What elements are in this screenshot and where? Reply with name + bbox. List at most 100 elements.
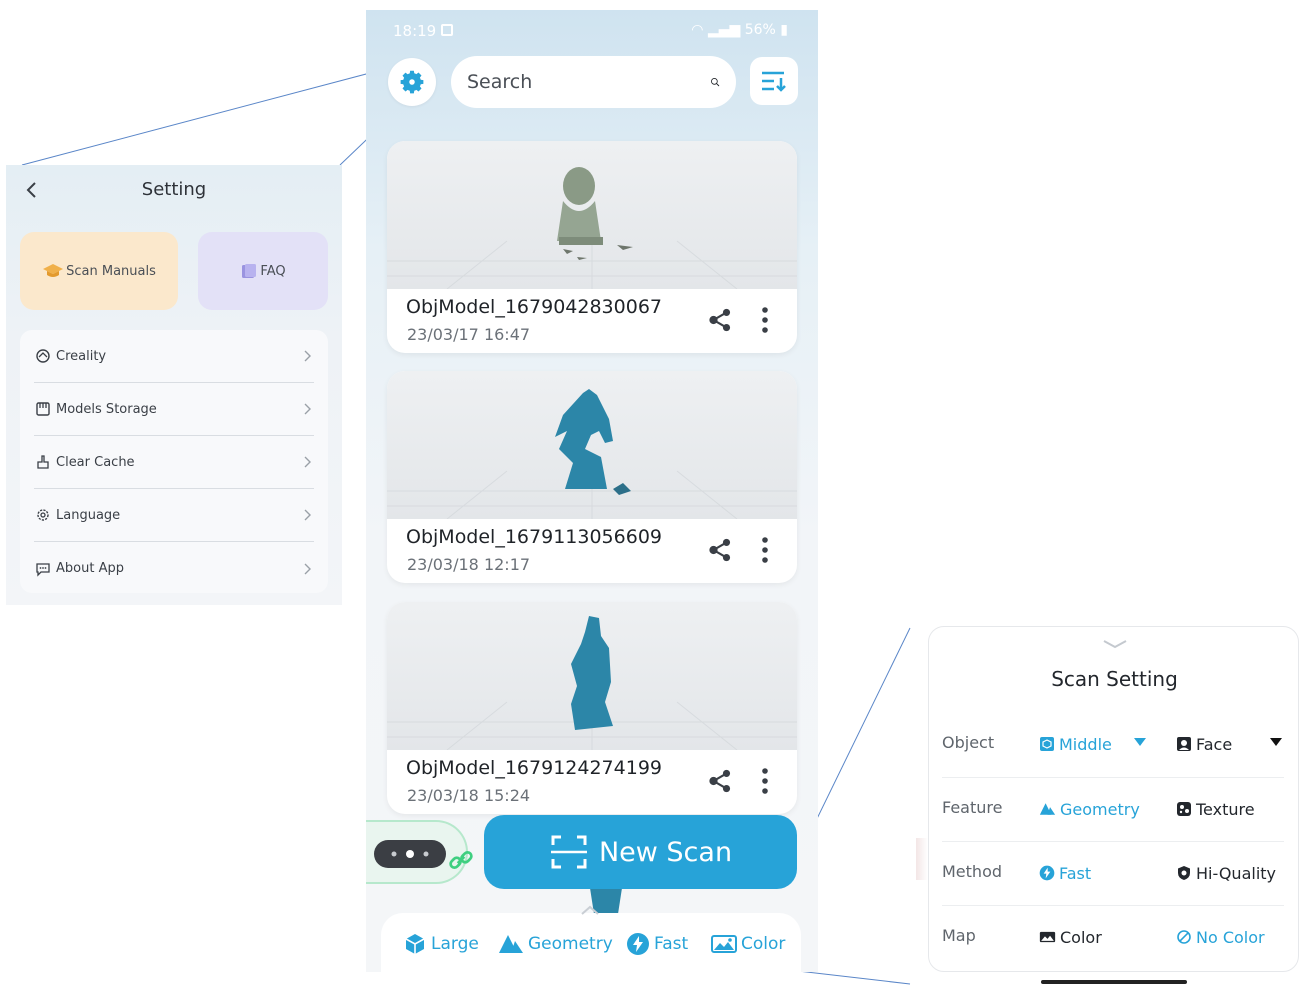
chevron-right-icon [302,455,314,469]
chevron-up-icon[interactable] [579,903,601,917]
notification-icon [441,24,453,36]
scan-setting-panel: Scan Setting Object Middle Face Feature … [928,626,1299,972]
horse-model-image [387,389,797,519]
settings-item-about-app[interactable]: About App [34,542,314,595]
more-options-button[interactable] [753,304,777,336]
method-label: Fast [654,934,689,954]
method-toggle[interactable]: Fast [626,929,688,959]
map-option-label: No Color [1196,927,1265,947]
search-bar[interactable] [451,56,736,108]
sort-button[interactable] [750,57,798,105]
search-input[interactable] [467,71,710,93]
map-option-label: Color [1060,927,1102,947]
device-connection-button[interactable] [366,820,473,884]
settings-item-language[interactable]: Language [34,489,314,542]
cube-icon [405,934,425,954]
sort-icon [762,71,786,92]
shield-icon [1178,866,1190,880]
feature-label: Geometry [528,934,613,954]
method-option-fast[interactable]: Fast [1039,860,1091,886]
object-option-label: Middle [1059,734,1112,754]
model-card[interactable]: ObjModel_1679042830067 23/03/17 16:47 [387,141,797,353]
bust-model-image [387,167,797,289]
more-vertical-icon [762,537,768,563]
feature-label: Feature [942,798,1003,817]
caret-down-icon[interactable] [1133,737,1147,747]
map-toggle[interactable]: Color [711,929,785,959]
faq-tile[interactable]: FAQ [198,232,328,310]
object-size-label: Large [431,934,479,954]
feature-option-texture[interactable]: Texture [1176,796,1255,822]
more-options-button[interactable] [753,765,777,797]
model-thumbnail [387,141,797,289]
feature-option-label: Texture [1196,799,1255,819]
object-label: Object [942,733,995,752]
texture-icon [1177,802,1191,816]
more-options-button[interactable] [753,534,777,566]
model-date: 23/03/18 15:24 [407,786,531,805]
object-size-toggle[interactable]: Large [403,929,479,959]
new-scan-button[interactable]: New Scan [484,815,797,889]
new-scan-label: New Scan [598,836,733,868]
chat-icon [34,560,52,578]
creality-logo-icon [34,347,52,365]
chevron-right-icon [302,508,314,522]
triangles-icon [1039,803,1056,815]
faq-label: FAQ [260,263,286,279]
bolt-icon [627,933,649,955]
link-icon [449,850,473,870]
settings-item-creality[interactable]: Creality [34,330,314,383]
storage-icon [34,400,52,418]
model-thumbnail [387,371,797,519]
search-icon[interactable] [710,69,720,95]
settings-button[interactable] [388,58,436,106]
scan-frame-icon [550,835,587,869]
bolt-icon [1039,865,1055,881]
chevron-down-icon[interactable] [1102,639,1128,649]
chevron-right-icon [302,402,314,416]
model-card[interactable]: ObjModel_1679124274199 23/03/18 15:24 [387,602,797,814]
map-label: Map [942,926,976,945]
settings-item-models-storage[interactable]: Models Storage [34,383,314,436]
model-name: ObjModel_1679113056609 [406,526,662,548]
scan-manuals-tile[interactable]: Scan Manuals [20,232,178,310]
model-date: 23/03/17 16:47 [407,325,531,344]
object-option-label: Face [1196,734,1233,754]
method-option-label: Fast [1059,863,1092,883]
face-icon [1177,737,1191,751]
object-option-middle[interactable]: Middle [1039,731,1112,757]
scan-setting-title: Scan Setting [1051,667,1178,691]
share-button[interactable] [705,535,735,565]
warrior-model-image [387,616,797,750]
feature-toggle[interactable]: Geometry [498,929,613,959]
feature-option-geometry[interactable]: Geometry [1039,796,1140,822]
settings-item-label: Language [56,507,121,523]
home-indicator [1041,980,1187,984]
more-vertical-icon [762,307,768,333]
model-card[interactable]: ObjModel_1679113056609 23/03/18 12:17 [387,371,797,583]
method-option-hi-quality[interactable]: Hi-Quality [1176,860,1276,886]
phone-screen: 18:19 ◠ ▂▄▆ 56% ▮ Search ObjModel_167904… [366,10,818,972]
chevron-right-icon [302,562,314,576]
cube-icon [1040,737,1054,751]
object-option-face[interactable]: Face [1176,731,1232,757]
map-option-color[interactable]: Color [1039,924,1102,950]
settings-item-clear-cache[interactable]: Clear Cache [34,436,314,489]
object-row: Object Middle Face [942,713,1284,777]
settings-item-label: About App [56,561,124,576]
share-button[interactable] [705,766,735,796]
wifi-icon: ◠ [691,22,704,38]
graduation-cap-icon [43,264,64,277]
model-name: ObjModel_1679124274199 [406,757,662,779]
share-button[interactable] [705,305,735,335]
method-row: Method Fast Hi-Quality [942,841,1284,905]
model-thumbnail [387,602,797,750]
stage: 18:19 ◠ ▂▄▆ 56% ▮ Search ObjModel_167904… [0,0,1313,985]
image-icon [1039,931,1056,943]
caret-down-icon[interactable] [1269,737,1283,747]
map-option-no-color[interactable]: No Color [1176,924,1265,950]
no-color-icon [1177,930,1191,944]
scan-manuals-label: Scan Manuals [66,263,156,279]
settings-list: Creality Models Storage Clear Cache Lang… [20,330,328,593]
signal-icon: ▂▄▆ [707,22,741,38]
